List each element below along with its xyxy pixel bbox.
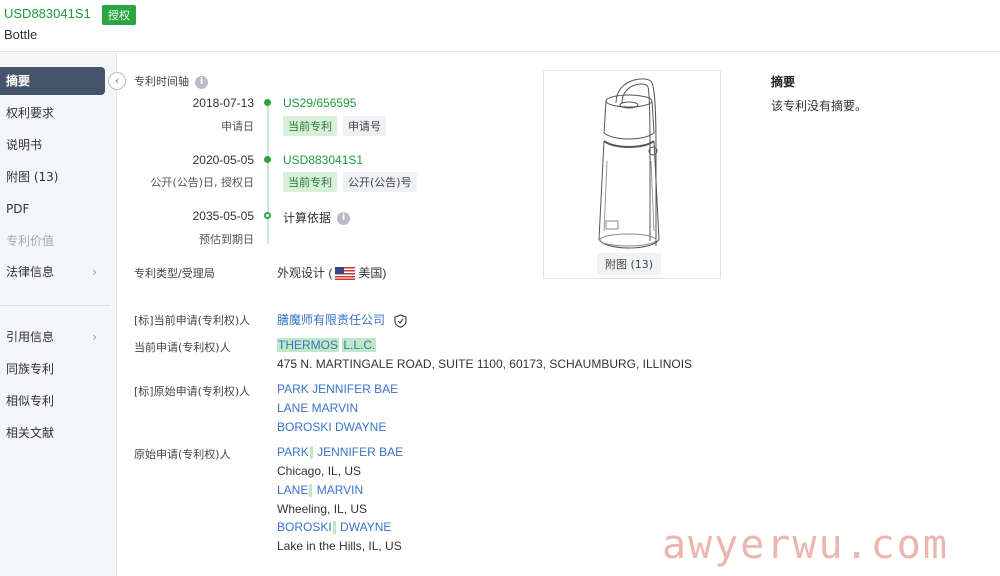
sidebar-item-pdf[interactable]: PDF (0, 195, 105, 223)
sidebar-item-label: 附图 (13) (6, 170, 59, 184)
std-original-applicant[interactable]: PARK JENNIFER BAE (277, 382, 398, 396)
original-applicant-location: Chicago, IL, US (277, 464, 362, 478)
std-original-applicant[interactable]: LANE MARVIN (277, 401, 358, 415)
original-applicant-label: 原始申请(专利权)人 (134, 448, 231, 461)
std-original-applicant-label: [标]原始申请(专利权)人 (134, 385, 251, 398)
collapse-sidebar-button[interactable]: ‹ (108, 72, 126, 90)
timeline-dot (264, 156, 271, 163)
sidebar-item-label: 相似专利 (6, 394, 55, 408)
original-applicant-location: Lake in the Hills, IL, US (277, 539, 402, 553)
shield-icon (394, 314, 407, 328)
info-icon[interactable]: i (337, 212, 351, 225)
highlight-marker (332, 521, 336, 535)
sidebar-divider (0, 305, 110, 306)
drawing-thumbnail[interactable] (543, 70, 721, 279)
timeline-date-label: 公开(公告)日, 授权日 (150, 176, 254, 189)
watermark-text: awyerwu.com (662, 522, 949, 568)
us-flag-icon (335, 267, 356, 281)
current-applicant-name[interactable]: THERMOS (277, 338, 339, 352)
chevron-left-icon: ‹ (114, 74, 120, 87)
original-applicant[interactable]: BOROSKI DWAYNE (277, 520, 391, 535)
original-applicant-location: Wheeling, IL, US (277, 502, 368, 516)
applicant-first-token[interactable]: PARK (277, 445, 309, 459)
info-icon[interactable]: i (195, 75, 208, 89)
current-applicant-label: 当前申请(专利权)人 (134, 341, 231, 354)
sidebar-item-label: 专利价值 (6, 234, 55, 248)
timeline-dot (264, 99, 271, 106)
applicant-rest-tokens[interactable]: JENNIFER BAE (317, 445, 403, 459)
sidebar-item-legal-info[interactable]: 法律信息 › (0, 258, 105, 286)
applicant-rest-tokens[interactable]: DWAYNE (340, 520, 391, 534)
highlight-marker (309, 484, 313, 498)
timeline-date-label: 预估到期日 (199, 233, 254, 246)
sidebar-item-citations[interactable]: 引用信息 › (0, 323, 105, 351)
current-patent-tag: 当前专利 (283, 116, 337, 136)
applicant-first-token[interactable]: LANE (277, 483, 308, 497)
calculation-basis-text: 计算依据 (283, 211, 332, 225)
sidebar-nav: 摘要 权利要求 说明书 附图 (13) PDF 专利价值 法律信息 › 引用信息 ›… (0, 53, 117, 576)
calculation-basis: 计算依据 i (283, 209, 351, 226)
current-patent-tag: 当前专利 (283, 172, 337, 192)
open-paren: ( (328, 266, 333, 280)
highlight-marker (309, 446, 313, 460)
sidebar-item-related-docs[interactable]: 相关文献 (0, 419, 105, 447)
sidebar-item-claims[interactable]: 权利要求 (0, 99, 105, 127)
sidebar-item-label: 说明书 (6, 138, 43, 152)
sidebar-item-abstract[interactable]: 摘要 (0, 67, 105, 95)
close-paren: ) (382, 266, 387, 280)
timeline-date-label: 申请日 (221, 120, 254, 133)
patent-type-text: 外观设计 (277, 266, 326, 280)
timeline-title-text: 专利时间轴 (134, 75, 189, 88)
sidebar-item-family[interactable]: 同族专利 (0, 355, 105, 383)
abstract-heading: 摘要 (771, 75, 796, 89)
current-applicant-address: 475 N. MARTINGALE ROAD, SUITE 1100, 6017… (277, 357, 693, 371)
timeline-dot (264, 212, 271, 219)
timeline-date: 2018-07-13 (192, 96, 254, 110)
publication-number-link[interactable]: USD883041S1 (283, 153, 363, 167)
original-applicant[interactable]: LANE MARVIN (277, 483, 363, 498)
sidebar-item-description[interactable]: 说明书 (0, 131, 105, 159)
country-text: 美国 (358, 266, 383, 280)
sidebar-item-label: 法律信息 (6, 265, 55, 279)
chevron-right-icon: › (92, 265, 97, 279)
sidebar-item-label: 同族专利 (6, 362, 55, 376)
sidebar-item-label: 引用信息 (6, 330, 55, 344)
sidebar-item-similar[interactable]: 相似专利 (0, 387, 105, 415)
current-applicant[interactable]: THERMOS L.L.C. (277, 338, 377, 352)
original-applicant[interactable]: PARK JENNIFER BAE (277, 445, 403, 460)
patent-type-value: 外观设计 ( 美国) (277, 264, 386, 281)
publication-number-tag: 公开(公告)号 (343, 172, 417, 192)
bottle-drawing (598, 78, 660, 249)
sidebar-item-label: 相关文献 (6, 426, 55, 440)
applicant-first-token[interactable]: BOROSKI (277, 520, 332, 534)
sidebar-item-label: 权利要求 (6, 106, 55, 120)
timeline-line (267, 104, 269, 244)
status-badge: 授权 (102, 5, 136, 25)
sidebar-item-patent-value: 专利价值 (0, 227, 105, 255)
std-original-applicant[interactable]: BOROSKI DWAYNE (277, 420, 386, 434)
sidebar-item-drawings[interactable]: 附图 (13) (0, 163, 105, 191)
chevron-right-icon: › (92, 330, 97, 344)
applicant-rest-tokens[interactable]: MARVIN (317, 483, 363, 497)
patent-header: USD883041S1 授权 Bottle (0, 0, 1000, 52)
patent-title: Bottle (4, 27, 38, 42)
timeline-title: 专利时间轴 i (134, 73, 208, 89)
abstract-text: 该专利没有摘要。 (771, 99, 868, 113)
sidebar-item-label: PDF (6, 202, 30, 216)
std-current-applicant[interactable]: 膳魔师有限责任公司 (277, 311, 407, 328)
current-applicant-suffix[interactable]: L.L.C. (342, 338, 377, 352)
timeline-date: 2035-05-05 (192, 209, 254, 223)
std-current-applicant-label: [标]当前申请(专利权)人 (134, 314, 251, 327)
patent-number: USD883041S1 (4, 6, 91, 21)
drawing-count-button[interactable]: 附图 (13) (597, 253, 662, 275)
sidebar-item-label: 摘要 (6, 74, 31, 88)
patent-type-label: 专利类型/受理局 (134, 267, 215, 280)
timeline-date: 2020-05-05 (192, 153, 254, 167)
std-current-applicant-name[interactable]: 膳魔师有限责任公司 (277, 313, 385, 327)
application-number-link[interactable]: US29/656595 (283, 96, 356, 110)
application-number-tag: 申请号 (343, 116, 386, 136)
